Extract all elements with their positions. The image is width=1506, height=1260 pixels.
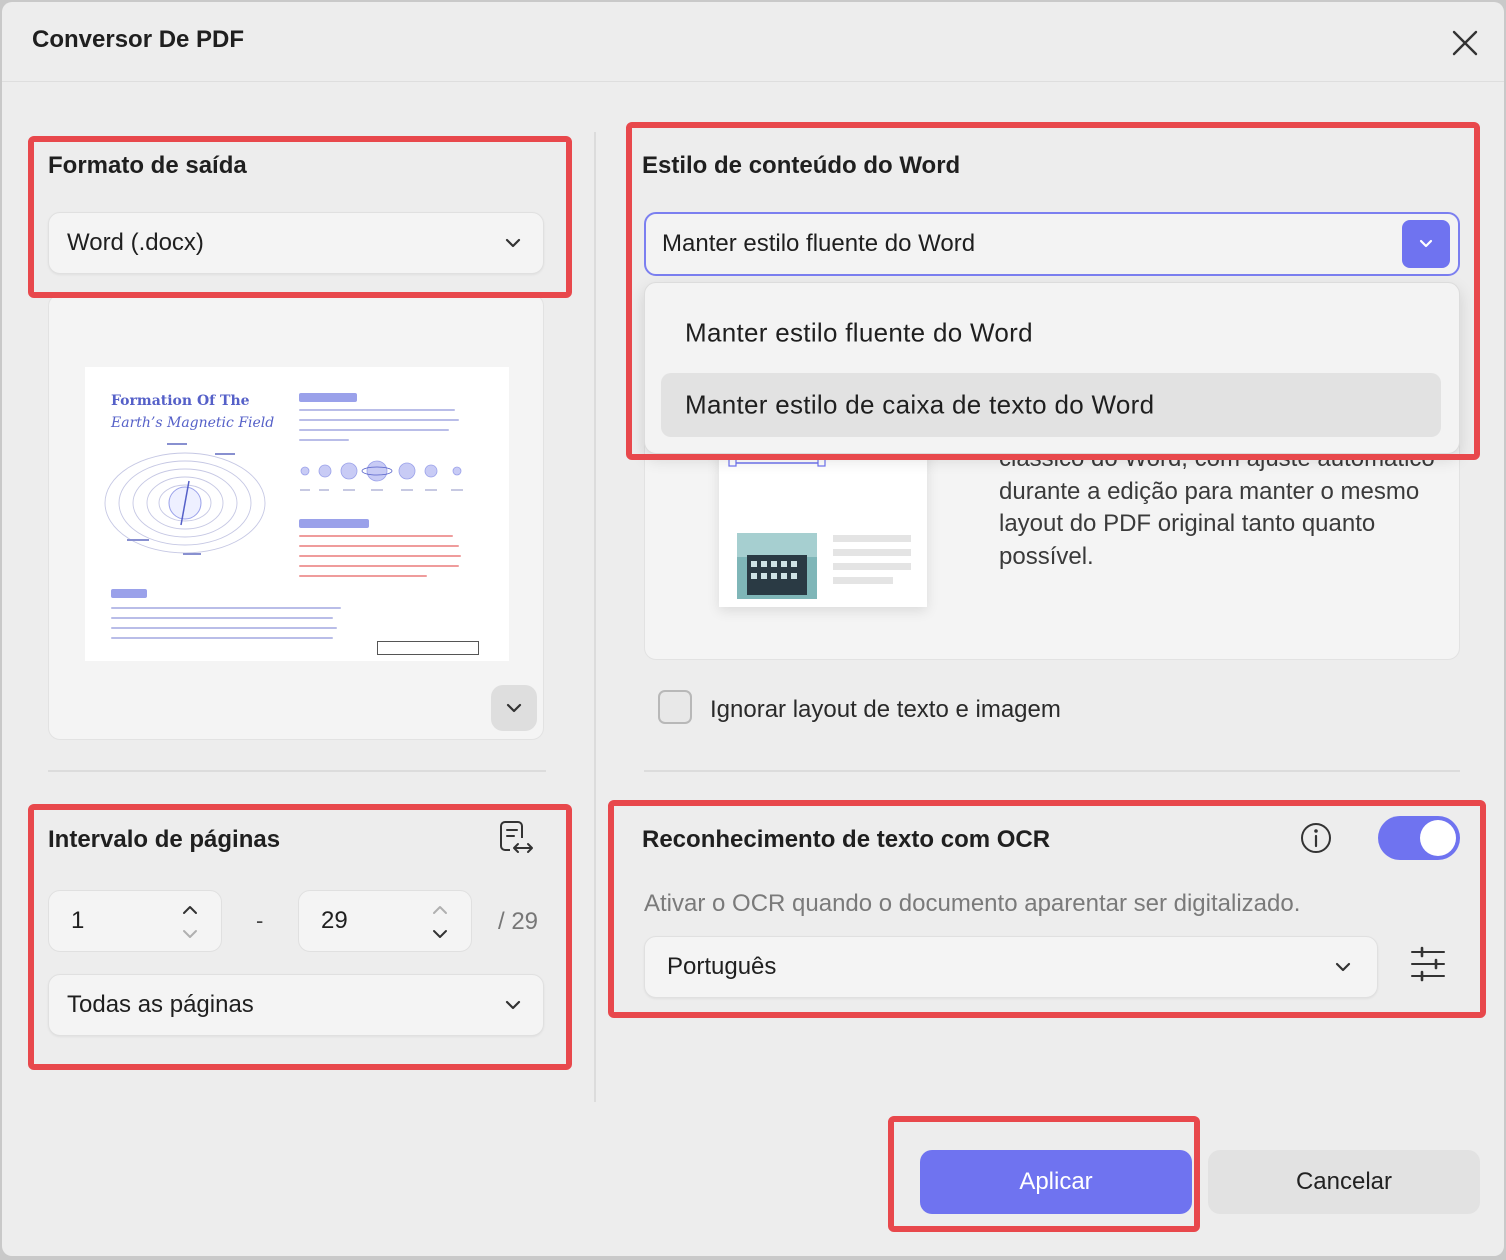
- cancel-button[interactable]: Cancelar: [1208, 1150, 1480, 1214]
- preview-text-line: [299, 439, 349, 441]
- stepper-arrows-icon[interactable]: [431, 903, 449, 941]
- apply-button[interactable]: Aplicar: [920, 1150, 1192, 1214]
- preview-text-line: [111, 627, 337, 629]
- chevron-down-icon: [505, 238, 521, 248]
- word-style-dropdown-menu: Manter estilo fluente do Word Manter est…: [644, 282, 1460, 454]
- dialog-title: Conversor De PDF: [32, 26, 245, 53]
- ocr-description: Ativar o OCR quando o documento aparenta…: [644, 890, 1301, 917]
- output-format-select[interactable]: Word (.docx): [48, 212, 544, 274]
- title-bar: Conversor De PDF: [2, 2, 1504, 82]
- output-format-label: Formato de saída: [48, 152, 247, 179]
- ignore-layout-checkbox[interactable]: [658, 690, 692, 724]
- preview-tag: [111, 589, 147, 598]
- preview-text-line: [299, 419, 459, 421]
- preview-text-line: [111, 617, 333, 619]
- word-style-option-fluent[interactable]: Manter estilo fluente do Word: [661, 301, 1441, 365]
- output-format-value: Word (.docx): [67, 229, 204, 256]
- chevron-down-icon: [1419, 239, 1433, 248]
- word-style-value: Manter estilo fluente do Word: [662, 230, 976, 257]
- preview-doc-subtitle: Earth’s Magnetic Field: [111, 415, 275, 431]
- preview-highlighted-line: [299, 565, 459, 567]
- range-separator: -: [256, 908, 264, 933]
- option-label: Manter estilo de caixa de texto do Word: [685, 389, 1155, 420]
- magnetic-field-illustration: [104, 443, 266, 555]
- ocr-language-select[interactable]: Português: [644, 936, 1378, 998]
- preview-tag: [299, 393, 357, 402]
- word-style-dropdown-button[interactable]: [1402, 220, 1450, 268]
- close-button[interactable]: [1448, 26, 1482, 60]
- right-divider: [644, 770, 1460, 772]
- ocr-language-value: Português: [667, 953, 777, 980]
- close-icon: [1452, 30, 1478, 56]
- stepper-arrows-icon[interactable]: [181, 903, 199, 941]
- preview-highlighted-line: [299, 535, 453, 537]
- column-divider: [594, 132, 596, 1102]
- preview-highlighted-line: [299, 555, 461, 557]
- apply-label: Aplicar: [1019, 1168, 1093, 1195]
- chevron-down-icon: [1335, 962, 1351, 972]
- preview-highlighted-line: [299, 545, 459, 547]
- toggle-knob: [1420, 820, 1456, 856]
- ocr-info-button[interactable]: [1298, 820, 1334, 856]
- preview-doc-title: Formation Of The: [111, 393, 250, 409]
- ignore-layout-label: Ignorar layout de texto e imagem: [710, 696, 1061, 723]
- sliders-icon: [1411, 946, 1445, 982]
- option-label: Manter estilo fluente do Word: [685, 317, 1033, 348]
- word-style-select[interactable]: Manter estilo fluente do Word: [644, 212, 1460, 276]
- expand-preview-button[interactable]: [491, 685, 537, 731]
- page-to-value: 29: [321, 907, 348, 934]
- word-style-description: clássico do Word, com ajuste automático …: [999, 445, 1435, 570]
- preview-text-line: [299, 429, 449, 431]
- preview-box-element: [377, 641, 479, 655]
- ocr-toggle[interactable]: [1378, 816, 1460, 860]
- document-preview: Formation Of The Earth’s Magnetic Field: [48, 294, 544, 740]
- page-from-value: 1: [71, 907, 85, 934]
- document-arrows-icon: [500, 821, 533, 853]
- preview-tag: [299, 519, 369, 528]
- page-range-label: Intervalo de páginas: [48, 826, 281, 853]
- chevron-down-icon: [505, 1000, 521, 1010]
- page-selection-value: Todas as páginas: [67, 991, 254, 1018]
- page-swap-icon[interactable]: [496, 818, 536, 858]
- preview-text-line: [111, 637, 333, 639]
- cancel-label: Cancelar: [1295, 1168, 1393, 1195]
- chevron-down-icon: [506, 703, 522, 713]
- page-to-stepper[interactable]: 29: [298, 890, 472, 952]
- left-divider: [48, 770, 546, 772]
- word-style-option-textbox[interactable]: Manter estilo de caixa de texto do Word: [661, 373, 1441, 437]
- planets-illustration: [300, 460, 463, 491]
- preview-text-line: [111, 607, 341, 609]
- ocr-label: Reconhecimento de texto com OCR: [642, 826, 1051, 853]
- page-total: / 29: [498, 908, 539, 935]
- preview-highlighted-line: [299, 575, 427, 577]
- pdf-converter-dialog: Conversor De PDF Formato de saída Word (…: [2, 2, 1504, 1256]
- info-icon: [1301, 823, 1331, 853]
- page-from-stepper[interactable]: 1: [48, 890, 222, 952]
- ocr-settings-button[interactable]: [1408, 944, 1448, 984]
- preview-text-line: [299, 409, 455, 411]
- word-style-label: Estilo de conteúdo do Word: [642, 152, 961, 179]
- preview-page: Formation Of The Earth’s Magnetic Field: [85, 367, 509, 661]
- page-selection-select[interactable]: Todas as páginas: [48, 974, 544, 1036]
